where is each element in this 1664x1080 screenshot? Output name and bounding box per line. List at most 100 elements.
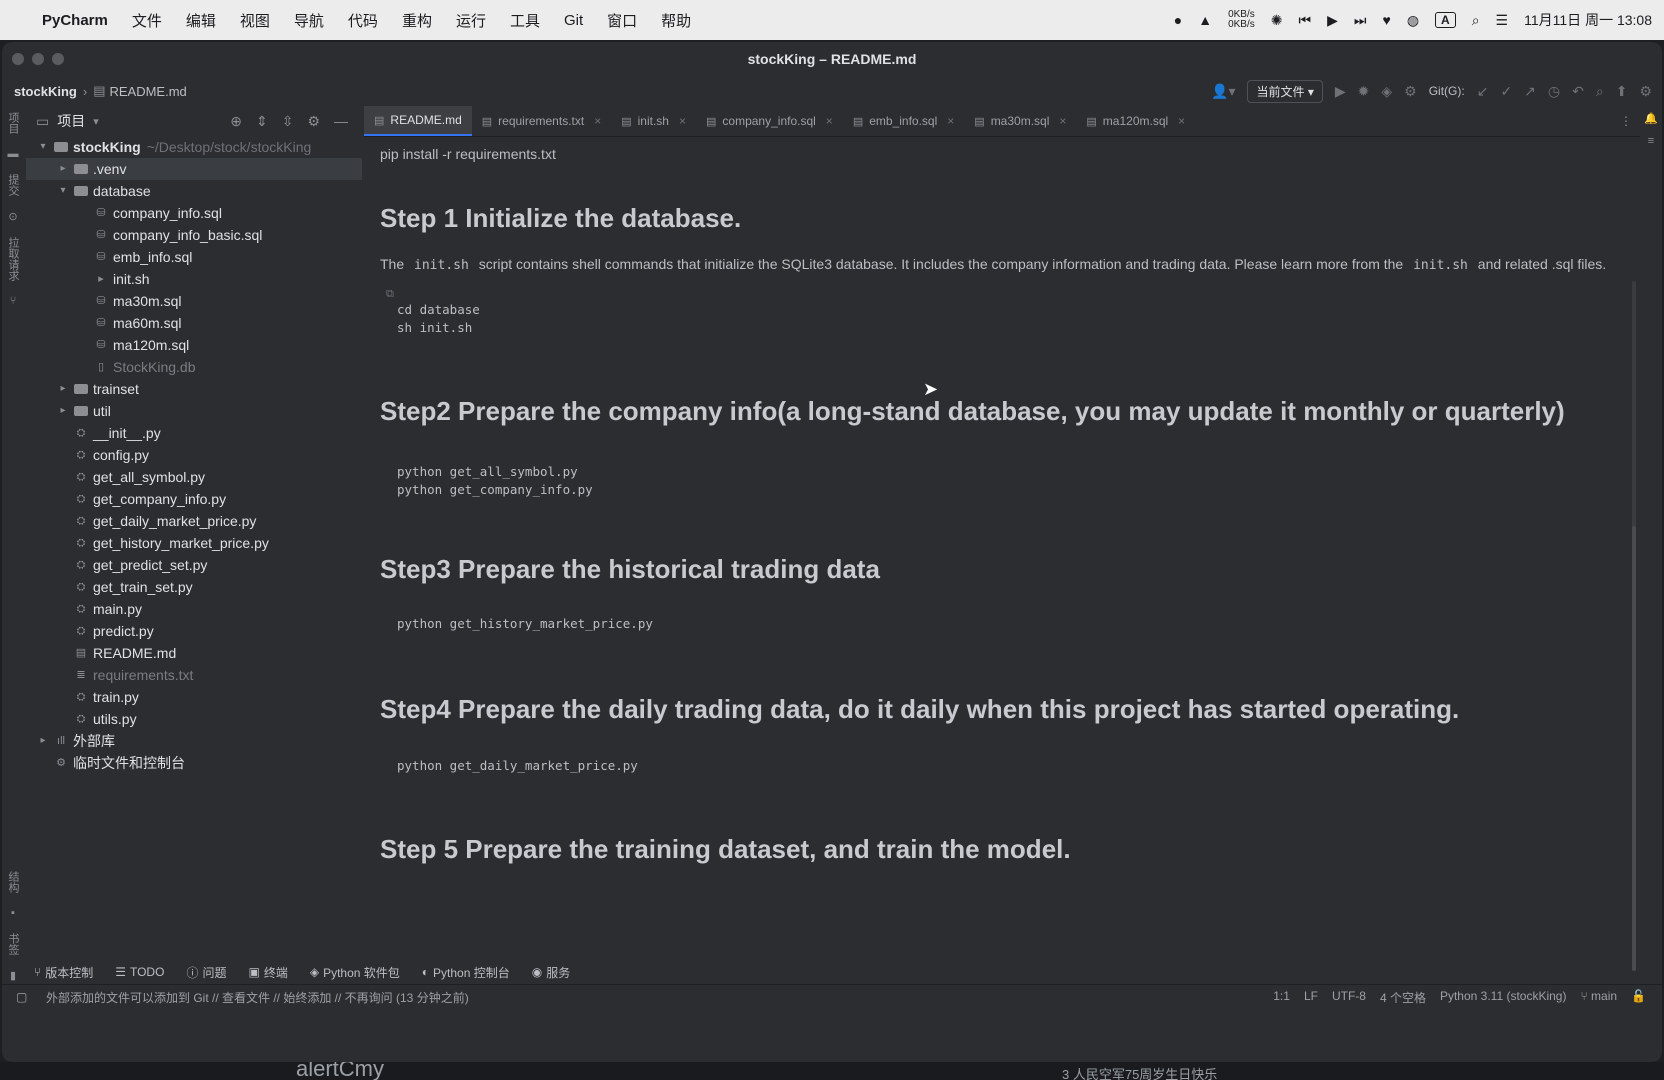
- profile-icon[interactable]: ⚙: [1404, 83, 1417, 100]
- tree-item[interactable]: ▸ .venv: [26, 158, 362, 180]
- run-icon[interactable]: ▶: [1335, 83, 1346, 100]
- locate-file-icon[interactable]: ⊕: [230, 113, 242, 130]
- tree-item[interactable]: ≣ requirements.txt: [26, 664, 362, 686]
- status-message[interactable]: 外部添加的文件可以添加到 Git // 查看文件 // 始终添加 // 不再询问…: [46, 989, 469, 1006]
- tree-item[interactable]: ⛭ get_all_symbol.py: [26, 466, 362, 488]
- play-icon[interactable]: ▶: [1327, 12, 1338, 29]
- coverage-icon[interactable]: ◈: [1381, 83, 1392, 100]
- close-tab-icon[interactable]: ×: [594, 114, 601, 128]
- tree-item[interactable]: ⛁ ma120m.sql: [26, 334, 362, 356]
- menu-refactor[interactable]: 重构: [402, 10, 432, 31]
- chevron-right-icon[interactable]: ▸: [56, 400, 70, 422]
- close-tab-icon[interactable]: ×: [1059, 114, 1066, 128]
- caret-position[interactable]: 1:1: [1273, 989, 1290, 1006]
- next-track-icon[interactable]: ⏭: [1354, 12, 1367, 29]
- tool-problems[interactable]: ⓘ 问题: [186, 964, 226, 981]
- tree-item[interactable]: ▸ util: [26, 400, 362, 422]
- editor-tab[interactable]: ▤ emb_info.sql ×: [843, 106, 964, 136]
- copy-code-icon[interactable]: ⧉: [380, 288, 1620, 301]
- indent-setting[interactable]: 4 个空格: [1380, 989, 1426, 1006]
- tree-item[interactable]: ⛁ emb_info.sql: [26, 246, 362, 268]
- lock-icon[interactable]: 🔓: [1631, 989, 1646, 1006]
- tool-pull-requests[interactable]: 拉取请求: [5, 237, 21, 281]
- toggle-tool-windows-icon[interactable]: ▢: [16, 990, 27, 1004]
- account-icon[interactable]: 👤▾: [1211, 83, 1235, 100]
- tree-item[interactable]: ⛭ __init__.py: [26, 422, 362, 444]
- git-update-icon[interactable]: ↙: [1477, 83, 1489, 100]
- tool-services[interactable]: ◉ 服务: [532, 964, 571, 981]
- previous-track-icon[interactable]: ⏮: [1299, 12, 1312, 29]
- control-center-icon[interactable]: ☰: [1496, 12, 1509, 29]
- settings-icon[interactable]: ⚙: [1639, 83, 1652, 100]
- tree-item[interactable]: ⛭ train.py: [26, 686, 362, 708]
- menu-app-pycharm[interactable]: PyCharm: [42, 12, 108, 29]
- project-view-title[interactable]: 项目: [57, 111, 85, 131]
- input-method-indicator[interactable]: A: [1435, 12, 1456, 28]
- close-tab-icon[interactable]: ×: [679, 114, 686, 128]
- git-commit-icon[interactable]: ✓: [1500, 83, 1512, 100]
- line-separator[interactable]: LF: [1304, 989, 1318, 1006]
- tree-item[interactable]: ⚙ 临时文件和控制台: [26, 752, 362, 774]
- menu-run[interactable]: 运行: [456, 10, 486, 31]
- tool-python-console[interactable]: ◐ Python 控制台: [422, 964, 510, 981]
- tree-item[interactable]: ⛭ get_history_market_price.py: [26, 532, 362, 554]
- spotlight-search-icon[interactable]: ⌕: [1472, 12, 1480, 29]
- debug-icon[interactable]: ✹: [1358, 83, 1370, 100]
- globe-icon[interactable]: ◍: [1407, 12, 1419, 29]
- tree-item[interactable]: ⛭ get_company_info.py: [26, 488, 362, 510]
- more-tabs-icon[interactable]: ⋮: [1620, 114, 1632, 128]
- tool-bookmarks[interactable]: 书签: [5, 933, 21, 955]
- breadcrumb-project[interactable]: stockKing: [14, 84, 77, 99]
- tree-item[interactable]: ▸ ıll 外部库: [26, 730, 362, 752]
- tree-item[interactable]: ⛭ get_train_set.py: [26, 576, 362, 598]
- chevron-down-icon[interactable]: ▾: [93, 115, 99, 128]
- git-branch[interactable]: ⑂ main: [1580, 989, 1617, 1006]
- tree-item[interactable]: ⛭ main.py: [26, 598, 362, 620]
- chevron-right-icon[interactable]: ▸: [36, 730, 50, 752]
- menu-navigate[interactable]: 导航: [294, 10, 324, 31]
- tree-item[interactable]: ⛭ get_predict_set.py: [26, 554, 362, 576]
- tree-item[interactable]: ⛁ ma60m.sql: [26, 312, 362, 334]
- tree-item[interactable]: ▾ database: [26, 180, 362, 202]
- tool-todo[interactable]: ☰ TODO: [115, 965, 164, 979]
- tree-item[interactable]: ▯ StockKing.db: [26, 356, 362, 378]
- close-tab-icon[interactable]: ×: [947, 114, 954, 128]
- hide-panel-icon[interactable]: —: [334, 113, 348, 130]
- gear-icon[interactable]: ⚙: [307, 113, 320, 130]
- editor-tab[interactable]: ▤ README.md: [364, 106, 472, 136]
- git-push-icon[interactable]: ↗: [1524, 83, 1536, 100]
- collapse-all-icon[interactable]: ⇳: [282, 113, 294, 130]
- tool-version-control[interactable]: ⑂ 版本控制: [34, 964, 93, 981]
- menu-code[interactable]: 代码: [348, 10, 378, 31]
- menu-tools[interactable]: 工具: [510, 10, 540, 31]
- tool-python-packages[interactable]: ◈ Python 软件包: [310, 964, 400, 981]
- menu-window[interactable]: 窗口: [607, 10, 637, 31]
- record-icon[interactable]: ●: [1174, 12, 1182, 28]
- tree-item[interactable]: ⛭ config.py: [26, 444, 362, 466]
- git-history-icon[interactable]: ◷: [1548, 83, 1560, 100]
- expand-all-icon[interactable]: ⇕: [256, 113, 268, 130]
- menu-file[interactable]: 文件: [132, 10, 162, 31]
- menu-edit[interactable]: 编辑: [186, 10, 216, 31]
- python-interpreter[interactable]: Python 3.11 (stockKing): [1440, 989, 1567, 1006]
- file-encoding[interactable]: UTF-8: [1332, 989, 1366, 1006]
- tree-item[interactable]: ⛭ predict.py: [26, 620, 362, 642]
- database-tool-icon[interactable]: ≡: [1648, 135, 1654, 147]
- update-icon[interactable]: ⬆: [1616, 83, 1628, 100]
- chevron-right-icon[interactable]: ▸: [56, 158, 70, 180]
- tree-item[interactable]: ▾ stockKing ~/Desktop/stock/stockKing: [26, 136, 362, 158]
- chatgpt-icon[interactable]: ✺: [1271, 12, 1283, 29]
- editor-tab[interactable]: ▤ company_info.sql ×: [696, 106, 843, 136]
- run-config-dropdown[interactable]: 当前文件 ▾: [1247, 79, 1323, 103]
- tool-project[interactable]: 项目: [5, 112, 21, 134]
- tool-terminal[interactable]: ▣ 终端: [248, 964, 287, 981]
- editor-tab[interactable]: ▤ requirements.txt ×: [472, 106, 611, 136]
- git-rollback-icon[interactable]: ↶: [1572, 83, 1584, 100]
- menu-help[interactable]: 帮助: [661, 10, 691, 31]
- tool-structure[interactable]: 结构: [5, 871, 21, 893]
- tree-item[interactable]: ▸ init.sh: [26, 268, 362, 290]
- tool-commit[interactable]: 提交: [5, 174, 21, 196]
- menu-git[interactable]: Git: [564, 12, 583, 29]
- editor-tab[interactable]: ▤ ma30m.sql ×: [964, 106, 1076, 136]
- cat-icon[interactable]: ▲: [1198, 12, 1212, 28]
